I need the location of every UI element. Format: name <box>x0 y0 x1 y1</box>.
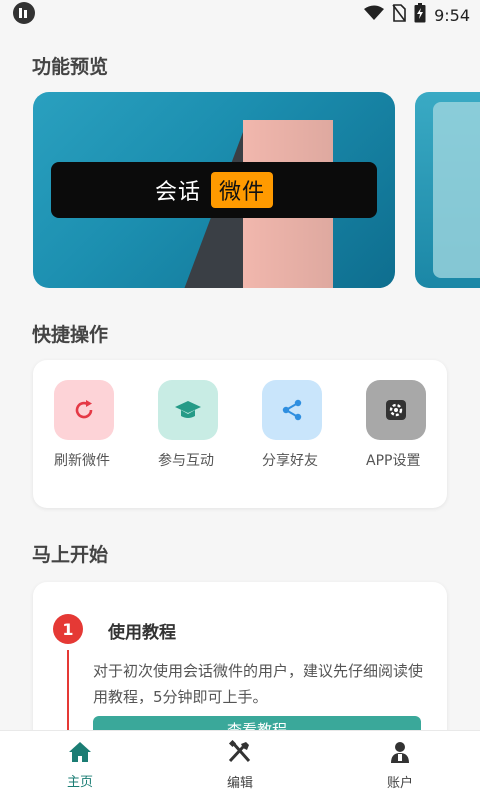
quick-action-label: 刷新微件 <box>54 453 110 469</box>
tools-icon <box>227 739 253 768</box>
quick-action-interact[interactable]: 参与互动 <box>158 380 248 470</box>
quick-action-share[interactable]: 分享好友 <box>262 380 352 470</box>
account-icon <box>388 740 412 768</box>
settings-icon <box>366 380 426 440</box>
tutorial-title: 使用教程 <box>108 623 176 643</box>
feature-banner-next[interactable] <box>415 92 480 288</box>
tutorial-description: 对于初次使用会话微件的用户，建议先仔细阅读使用教程，5分钟即可上手。 <box>93 662 424 706</box>
graduation-cap-icon <box>158 380 218 440</box>
banner-caption-word2: 微件 <box>211 172 274 208</box>
banner-caption-word1: 会话 <box>154 180 201 205</box>
tab-edit[interactable]: 编辑 <box>160 731 320 800</box>
feature-banner[interactable]: 会话 微件 <box>33 92 395 288</box>
tab-home[interactable]: 主页 <box>0 731 160 800</box>
tab-label: 主页 <box>66 775 93 790</box>
quick-actions-card: 刷新微件 参与互动 分享好友 APP设置 <box>33 360 447 508</box>
clock: 9:54 <box>434 5 470 25</box>
refresh-icon <box>54 380 114 440</box>
quick-action-refresh[interactable]: 刷新微件 <box>54 380 144 470</box>
quick-action-label: APP设置 <box>366 453 421 469</box>
quick-action-label: 参与互动 <box>158 453 214 469</box>
quick-action-settings[interactable]: APP设置 <box>366 380 456 470</box>
step-number-badge: 1 <box>53 614 83 644</box>
tab-account[interactable]: 账户 <box>320 731 480 800</box>
bottom-tab-bar: 主页 编辑 账户 <box>0 730 480 800</box>
status-bar: 9:54 <box>0 0 480 30</box>
section-title-quick: 快捷操作 <box>32 324 109 346</box>
tutorial-card: 1 使用教程 对于初次使用会话微件的用户，建议先仔细阅读使用教程，5分钟即可上手… <box>33 582 447 752</box>
share-icon <box>262 380 322 440</box>
no-sim-icon <box>392 4 406 26</box>
battery-icon <box>414 3 426 27</box>
tab-label: 账户 <box>386 776 413 791</box>
banner-caption: 会话 微件 <box>51 162 377 218</box>
section-title-preview: 功能预览 <box>32 56 109 78</box>
banner-next-art <box>433 102 480 278</box>
tab-label: 编辑 <box>226 776 253 791</box>
section-title-start: 马上开始 <box>32 544 109 566</box>
app-notification-icon <box>12 1 36 29</box>
home-icon <box>68 741 92 767</box>
quick-action-label: 分享好友 <box>262 453 318 469</box>
wifi-icon <box>364 5 385 25</box>
feature-carousel[interactable]: 会话 微件 <box>33 92 480 288</box>
